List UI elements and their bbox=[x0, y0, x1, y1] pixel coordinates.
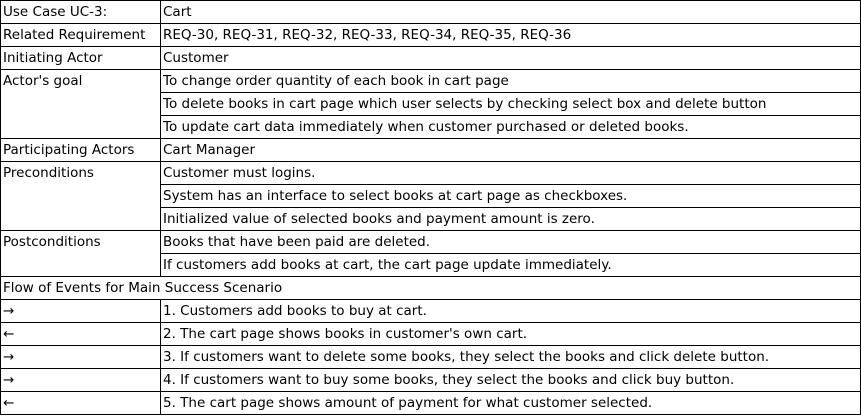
actors-goal-row: To update cart data immediately when cus… bbox=[0, 115, 861, 139]
use-case-name: Cart bbox=[160, 0, 861, 24]
right-arrow-icon: → bbox=[0, 345, 161, 369]
actors-goal-label: Actor's goal bbox=[0, 69, 161, 93]
flow-step-row: → 1. Customers add books to buy at cart. bbox=[0, 299, 861, 323]
preconditions-row: Preconditions Customer must logins. bbox=[0, 161, 861, 185]
flow-step-text: 2. The cart page shows books in customer… bbox=[160, 322, 861, 346]
empty-label-cell bbox=[0, 184, 161, 208]
actors-goal-item: To delete books in cart page which user … bbox=[160, 92, 861, 116]
initiating-actor-value: Customer bbox=[160, 46, 861, 70]
postcondition-item: Books that have been paid are deleted. bbox=[160, 230, 861, 254]
related-requirement-label: Related Requirement bbox=[0, 23, 161, 47]
right-arrow-icon: → bbox=[0, 368, 161, 392]
flow-step-row: ← 5. The cart page shows amount of payme… bbox=[0, 391, 861, 415]
initiating-actor-label: Initiating Actor bbox=[0, 46, 161, 70]
empty-label-cell bbox=[0, 253, 161, 277]
related-requirement-row: Related Requirement REQ-30, REQ-31, REQ-… bbox=[0, 23, 861, 47]
actors-goal-row: Actor's goal To change order quantity of… bbox=[0, 69, 861, 93]
precondition-item: Initialized value of selected books and … bbox=[160, 207, 861, 231]
flow-step-row: → 4. If customers want to buy some books… bbox=[0, 368, 861, 392]
preconditions-row: Initialized value of selected books and … bbox=[0, 207, 861, 231]
actors-goal-item: To change order quantity of each book in… bbox=[160, 69, 861, 93]
preconditions-row: System has an interface to select books … bbox=[0, 184, 861, 208]
flow-step-text: 1. Customers add books to buy at cart. bbox=[160, 299, 861, 323]
participating-actors-row: Participating Actors Cart Manager bbox=[0, 138, 861, 162]
use-case-header-row: Use Case UC-3: Cart bbox=[0, 0, 861, 24]
actors-goal-item: To update cart data immediately when cus… bbox=[160, 115, 861, 139]
postconditions-row: Postconditions Books that have been paid… bbox=[0, 230, 861, 254]
precondition-item: System has an interface to select books … bbox=[160, 184, 861, 208]
empty-label-cell bbox=[0, 92, 161, 116]
empty-label-cell bbox=[0, 115, 161, 139]
flow-title: Flow of Events for Main Success Scenario bbox=[0, 276, 861, 300]
initiating-actor-row: Initiating Actor Customer bbox=[0, 46, 861, 70]
postconditions-label: Postconditions bbox=[0, 230, 161, 254]
flow-step-row: → 3. If customers want to delete some bo… bbox=[0, 345, 861, 369]
use-case-table: Use Case UC-3: Cart Related Requirement … bbox=[0, 0, 861, 415]
flow-step-text: 4. If customers want to buy some books, … bbox=[160, 368, 861, 392]
participating-actors-label: Participating Actors bbox=[0, 138, 161, 162]
left-arrow-icon: ← bbox=[0, 391, 161, 415]
precondition-item: Customer must logins. bbox=[160, 161, 861, 185]
flow-step-text: 5. The cart page shows amount of payment… bbox=[160, 391, 861, 415]
left-arrow-icon: ← bbox=[0, 322, 161, 346]
use-case-id-label: Use Case UC-3: bbox=[0, 0, 161, 24]
actors-goal-row: To delete books in cart page which user … bbox=[0, 92, 861, 116]
participating-actors-value: Cart Manager bbox=[160, 138, 861, 162]
empty-label-cell bbox=[0, 207, 161, 231]
postcondition-item: If customers add books at cart, the cart… bbox=[160, 253, 861, 277]
preconditions-label: Preconditions bbox=[0, 161, 161, 185]
related-requirement-value: REQ-30, REQ-31, REQ-32, REQ-33, REQ-34, … bbox=[160, 23, 861, 47]
right-arrow-icon: → bbox=[0, 299, 161, 323]
flow-step-row: ← 2. The cart page shows books in custom… bbox=[0, 322, 861, 346]
flow-title-row: Flow of Events for Main Success Scenario bbox=[0, 276, 861, 300]
postconditions-row: If customers add books at cart, the cart… bbox=[0, 253, 861, 277]
flow-step-text: 3. If customers want to delete some book… bbox=[160, 345, 861, 369]
